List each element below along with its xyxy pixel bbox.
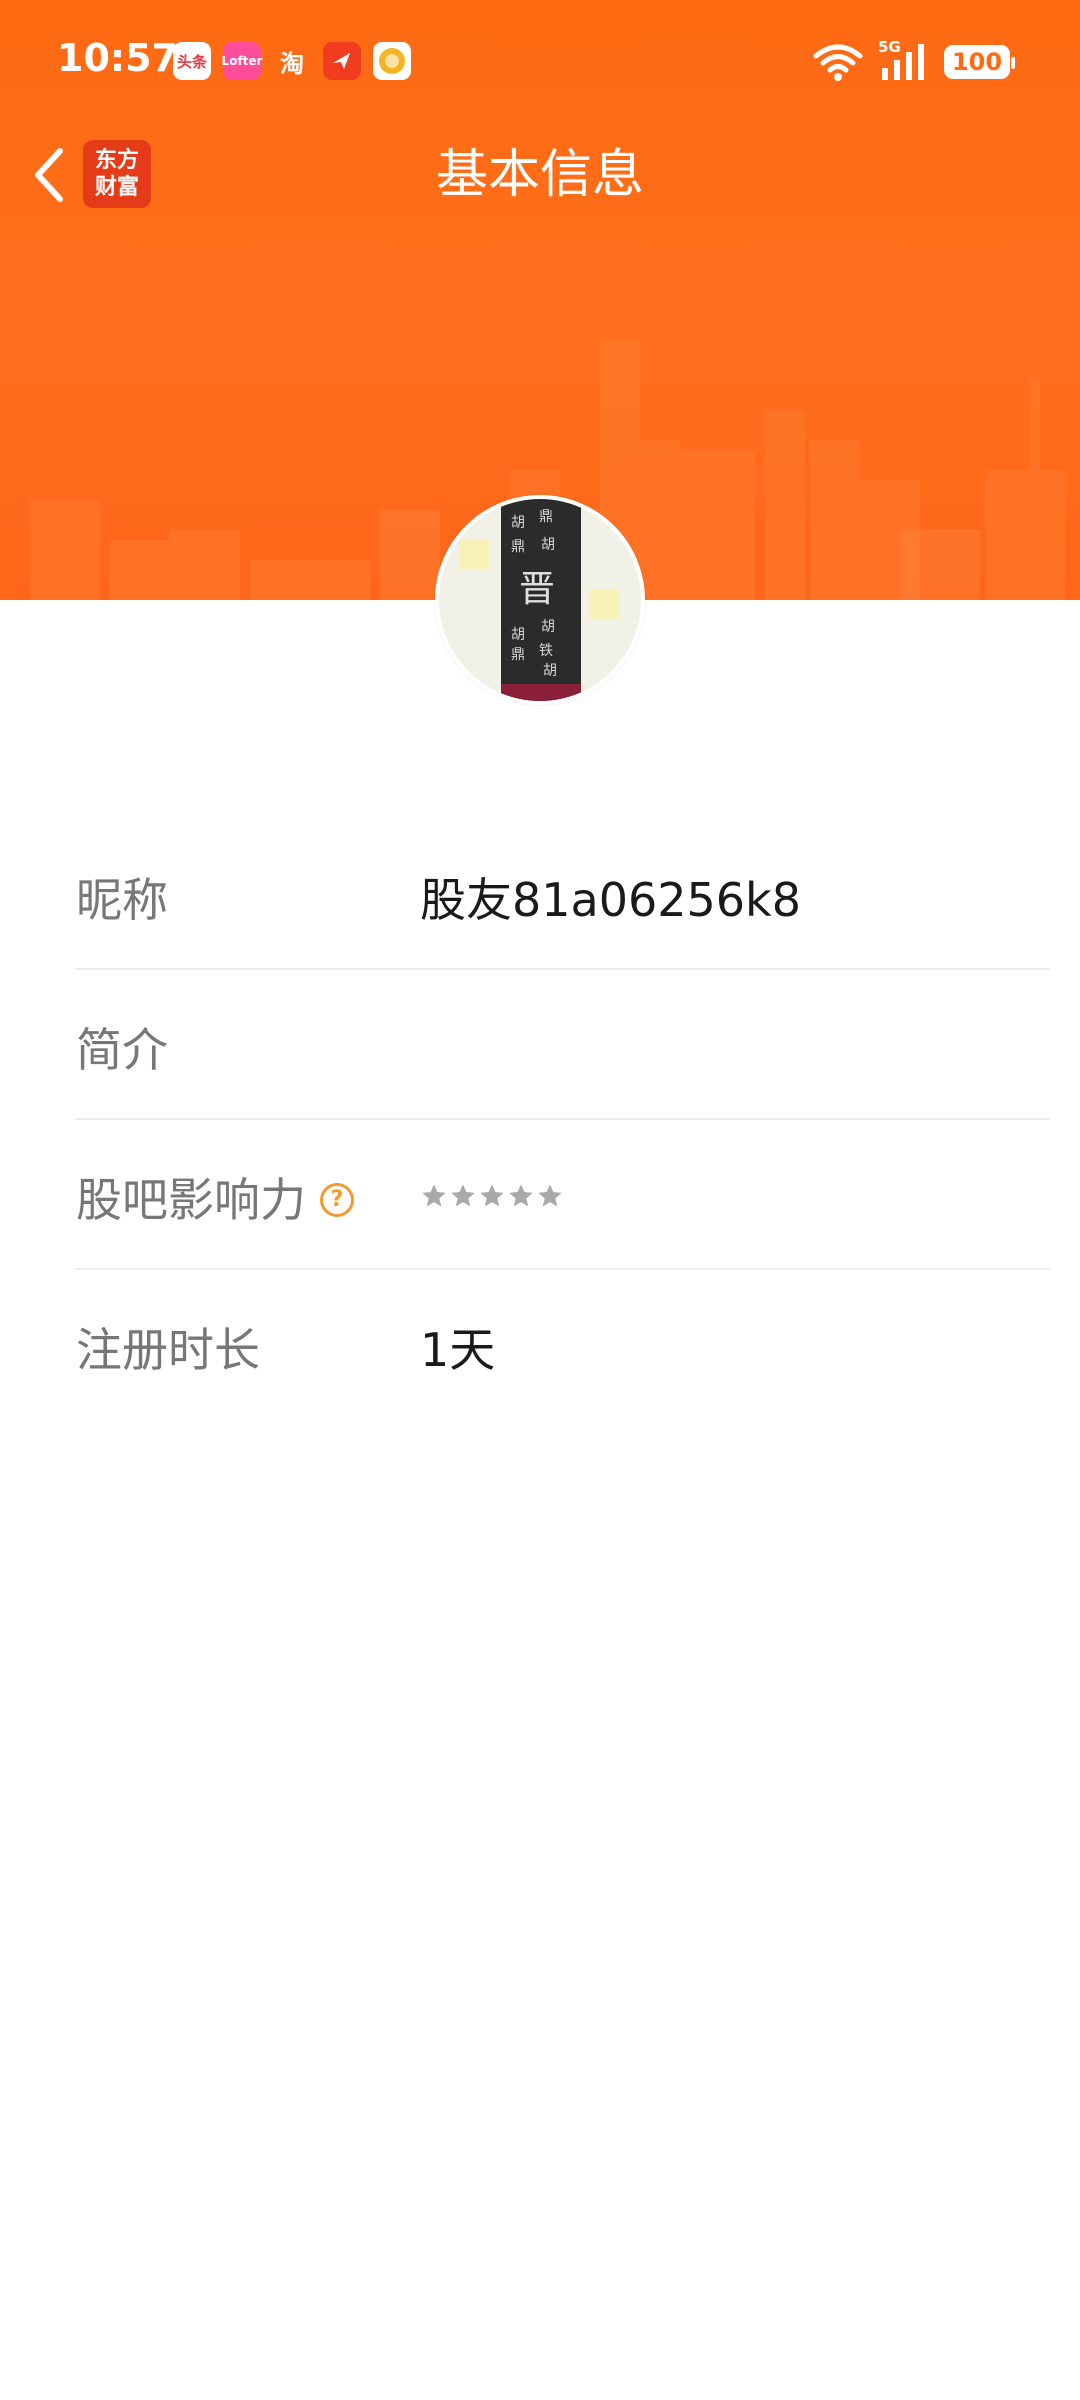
bio-label: 简介 [76, 1023, 168, 1077]
star-icon [451, 1184, 475, 1207]
nickname-value: 股友81a06256k8 [420, 873, 801, 927]
registration-label: 注册时长 [76, 1323, 260, 1377]
star-icon [422, 1184, 446, 1207]
fruit-app-icon [373, 42, 411, 80]
avatar-image: 胡鼎 鼎胡 晋 胡胡 鼎铁 胡 [439, 499, 641, 701]
system-icons: 5G 100 [812, 38, 1015, 84]
influence-label: 股吧影响力 [76, 1173, 306, 1227]
status-time: 10:57 [57, 36, 178, 80]
toutiao-icon: 头条 [173, 42, 211, 80]
registration-row: 注册时长 1天 [76, 1270, 1050, 1420]
star-icon [509, 1184, 533, 1207]
svg-text:鼎: 鼎 [511, 647, 525, 663]
svg-text:胡: 胡 [541, 619, 555, 635]
notification-icons: 头条 Lofter 淘 [173, 42, 411, 82]
nickname-row[interactable]: 昵称 股友81a06256k8 [76, 820, 1050, 970]
svg-text:铁: 铁 [539, 643, 553, 659]
svg-text:胡: 胡 [541, 537, 555, 553]
cell-signal-icon: 5G [878, 38, 930, 82]
influence-row: 股吧影响力 ? [76, 1120, 1050, 1270]
avatar[interactable]: 胡鼎 鼎胡 晋 胡胡 鼎铁 胡 [435, 495, 645, 705]
svg-text:胡: 胡 [511, 515, 525, 531]
profile-info-list: 昵称 股友81a06256k8 简介 股吧影响力 ? 注册时长 1天 [76, 820, 1050, 1420]
influence-stars [420, 1182, 564, 1210]
bio-row[interactable]: 简介 [76, 970, 1050, 1120]
nickname-label: 昵称 [76, 873, 168, 927]
star-icon [480, 1184, 504, 1207]
taobao-icon: 淘 [280, 49, 304, 78]
star-icon [538, 1184, 562, 1207]
status-bar: 10:57 头条 Lofter 淘 5G 100 [0, 0, 1080, 125]
feishu-icon [323, 42, 361, 80]
influence-label-wrap: 股吧影响力 ? [76, 1170, 354, 1230]
battery-icon: 100 [944, 45, 1015, 79]
wifi-icon [813, 44, 863, 81]
svg-text:鼎: 鼎 [511, 539, 525, 555]
registration-value: 1天 [420, 1323, 496, 1377]
page-title: 基本信息 [435, 145, 644, 205]
help-icon[interactable]: ? [320, 1183, 354, 1217]
svg-text:晋: 晋 [519, 569, 555, 610]
lofter-icon: Lofter [222, 42, 262, 80]
svg-text:鼎: 鼎 [539, 509, 553, 525]
svg-text:胡: 胡 [543, 663, 557, 679]
svg-text:胡: 胡 [511, 627, 525, 643]
